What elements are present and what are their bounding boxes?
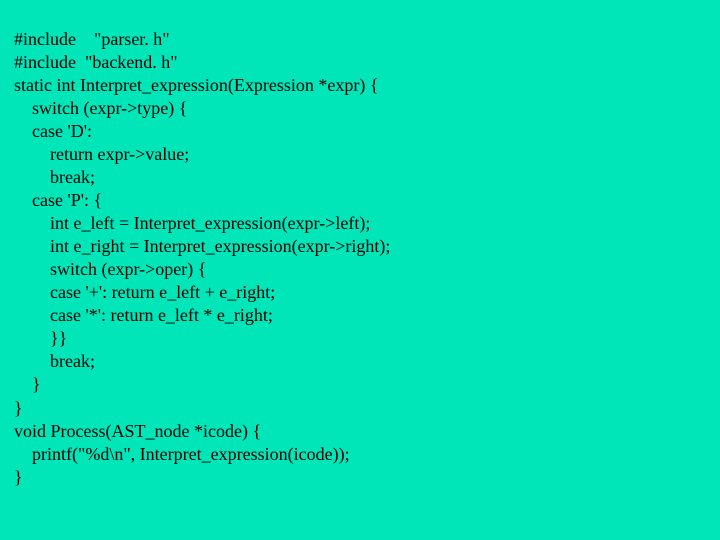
code-line: }} xyxy=(14,327,706,350)
code-line: printf("%d\n", Interpret_expression(icod… xyxy=(14,443,706,466)
code-line: #include "parser. h" xyxy=(14,28,706,51)
code-line: int e_left = Interpret_expression(expr->… xyxy=(14,212,706,235)
code-line: case '+': return e_left + e_right; xyxy=(14,281,706,304)
code-line: return expr->value; xyxy=(14,143,706,166)
code-line: int e_right = Interpret_expression(expr-… xyxy=(14,235,706,258)
code-line: case '*': return e_left * e_right; xyxy=(14,304,706,327)
code-line: } xyxy=(14,373,706,396)
code-line: static int Interpret_expression(Expressi… xyxy=(14,74,706,97)
code-line: void Process(AST_node *icode) { xyxy=(14,420,706,443)
code-line: case 'P': { xyxy=(14,189,706,212)
code-line: break; xyxy=(14,350,706,373)
code-line: switch (expr->oper) { xyxy=(14,258,706,281)
code-line: } xyxy=(14,397,706,420)
code-line: switch (expr->type) { xyxy=(14,97,706,120)
code-slide: #include "parser. h" #include "backend. … xyxy=(0,0,720,489)
code-line: #include "backend. h" xyxy=(14,51,706,74)
code-line: break; xyxy=(14,166,706,189)
code-line: } xyxy=(14,466,706,489)
code-line: case 'D': xyxy=(14,120,706,143)
